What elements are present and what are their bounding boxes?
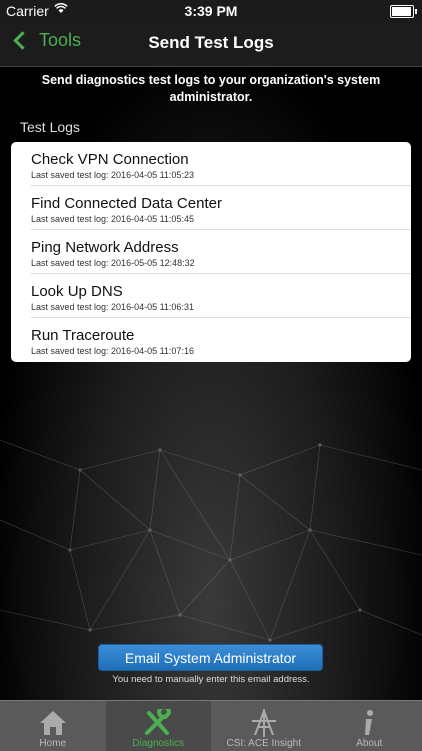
tab-bar: Home Diagnostics CSI: ACE Insight About <box>0 700 422 751</box>
tab-diagnostics[interactable]: Diagnostics <box>106 701 212 751</box>
log-saved-time: Last saved test log: 2016-04-05 11:06:31 <box>31 302 411 312</box>
navigation-bar: Tools Send Test Logs <box>0 22 422 67</box>
tab-home[interactable]: Home <box>0 701 106 751</box>
info-icon <box>354 708 384 738</box>
tab-label: About <box>356 738 382 749</box>
tab-label: Diagnostics <box>132 738 184 749</box>
log-saved-time: Last saved test log: 2016-05-05 12:48:32 <box>31 258 411 268</box>
tools-icon <box>143 708 173 738</box>
ace-insight-icon <box>249 708 279 738</box>
log-saved-time: Last saved test log: 2016-04-05 11:05:45 <box>31 214 411 224</box>
log-saved-time: Last saved test log: 2016-04-05 11:07:16 <box>31 346 411 356</box>
clock: 3:39 PM <box>0 3 422 19</box>
log-name: Check VPN Connection <box>31 151 411 168</box>
battery-icon <box>390 5 414 18</box>
log-name: Ping Network Address <box>31 239 411 256</box>
log-saved-time: Last saved test log: 2016-04-05 11:05:23 <box>31 170 411 180</box>
log-row-run-traceroute[interactable]: Run Traceroute Last saved test log: 2016… <box>31 318 411 362</box>
log-row-look-up-dns[interactable]: Look Up DNS Last saved test log: 2016-04… <box>31 274 411 318</box>
log-row-ping-network[interactable]: Ping Network Address Last saved test log… <box>31 230 411 274</box>
description-text: Send diagnostics test logs to your organ… <box>30 72 392 106</box>
log-name: Run Traceroute <box>31 327 411 344</box>
email-note: You need to manually enter this email ad… <box>0 674 422 685</box>
tab-csi-ace-insight[interactable]: CSI: ACE Insight <box>211 701 317 751</box>
page-title: Send Test Logs <box>0 33 422 53</box>
email-system-administrator-button[interactable]: Email System Administrator <box>98 644 323 671</box>
test-log-list: Check VPN Connection Last saved test log… <box>11 142 411 362</box>
log-row-check-vpn[interactable]: Check VPN Connection Last saved test log… <box>31 142 411 186</box>
status-bar: Carrier 3:39 PM <box>0 0 422 22</box>
tab-label: Home <box>39 738 66 749</box>
home-icon <box>38 708 68 738</box>
log-name: Look Up DNS <box>31 283 411 300</box>
tab-label: CSI: ACE Insight <box>227 738 301 749</box>
log-name: Find Connected Data Center <box>31 195 411 212</box>
section-header: Test Logs <box>20 119 80 135</box>
log-row-find-data-center[interactable]: Find Connected Data Center Last saved te… <box>31 186 411 230</box>
tab-about[interactable]: About <box>317 701 422 751</box>
